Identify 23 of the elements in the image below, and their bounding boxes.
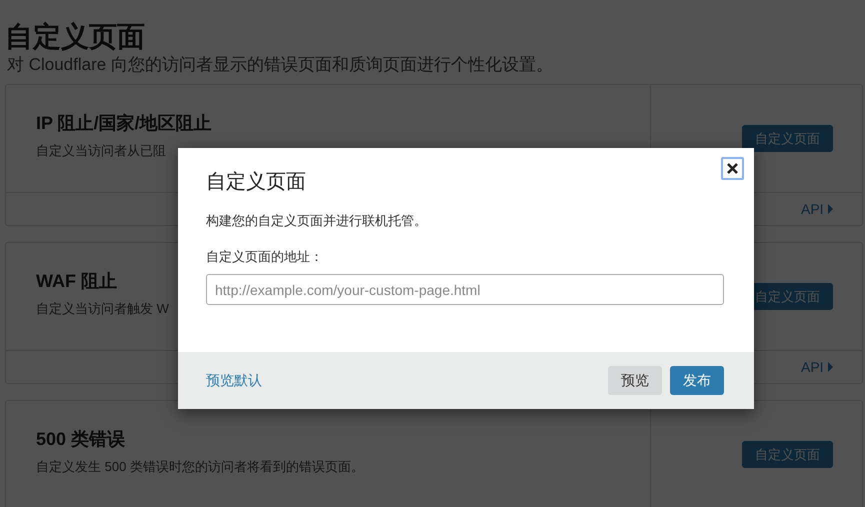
- caret-icon: [828, 362, 833, 372]
- page-subtitle: 对 Cloudflare 向您的访问者显示的错误页面和质询页面进行个性化设置。: [7, 54, 553, 76]
- preview-button[interactable]: 预览: [608, 366, 662, 395]
- preview-default-link[interactable]: 预览默认: [206, 370, 262, 391]
- card-description: 自定义当访问者触发 W: [36, 300, 169, 318]
- customize-button[interactable]: 自定义页面: [742, 440, 833, 468]
- card-title: 500 类错误: [36, 429, 126, 451]
- card-description: 自定义发生 500 类错误时您的访问者将看到的错误页面。: [36, 458, 364, 476]
- card-title: IP 阻止/国家/地区阻止: [36, 113, 212, 135]
- close-icon: [727, 163, 738, 174]
- customize-button[interactable]: 自定义页面: [742, 124, 833, 152]
- caret-icon: [828, 204, 833, 214]
- close-button[interactable]: [721, 157, 744, 180]
- api-link[interactable]: API: [801, 198, 833, 220]
- field-label: 自定义页面的地址：: [206, 248, 324, 266]
- card-title: WAF 阻止: [36, 271, 117, 293]
- url-input-field[interactable]: http://example.com/your-custom-page.html: [206, 274, 724, 305]
- api-link[interactable]: API: [801, 356, 833, 378]
- page-title: 自定义页面: [5, 20, 145, 54]
- modal-text: 构建您的自定义页面并进行联机托管。: [206, 212, 428, 230]
- modal-title: 自定义页面: [206, 170, 306, 195]
- card-description: 自定义当访问者从已阻: [36, 142, 166, 160]
- publish-button[interactable]: 发布: [670, 366, 724, 395]
